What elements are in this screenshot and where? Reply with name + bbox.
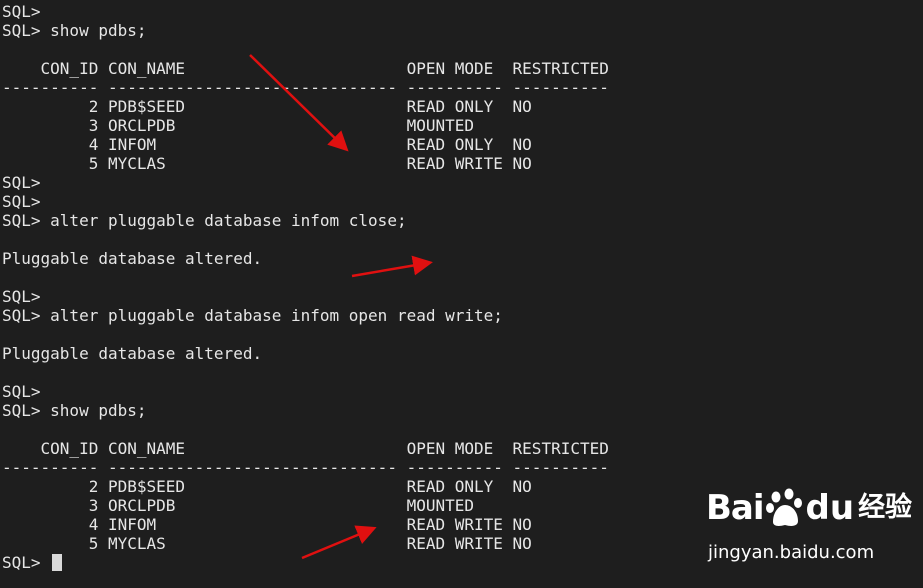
terminal-line: SQL> show pdbs;	[2, 21, 147, 40]
terminal-line: SQL>	[2, 173, 41, 192]
table-row: 3 ORCLPDB MOUNTED	[2, 116, 475, 135]
table-row: 5 MYCLAS READ WRITE NO	[2, 534, 532, 553]
prompt-label: SQL>	[2, 553, 51, 572]
table-header: CON_ID CON_NAME OPEN MODE RESTRICTED	[2, 439, 609, 458]
terminal-output: SQL> SQL> show pdbs; CON_ID CON_NAME OPE…	[2, 2, 923, 572]
table-row: 4 INFOM READ WRITE NO	[2, 515, 532, 534]
text-cursor	[52, 554, 63, 571]
terminal-line: SQL> alter pluggable database infom open…	[2, 306, 503, 325]
terminal-line: Pluggable database altered.	[2, 344, 263, 363]
command-prompt[interactable]: SQL>	[2, 553, 923, 572]
terminal-line: Pluggable database altered.	[2, 249, 263, 268]
table-row: 5 MYCLAS READ WRITE NO	[2, 154, 532, 173]
terminal-line: SQL>	[2, 382, 41, 401]
table-separator: ---------- -----------------------------…	[2, 458, 609, 477]
table-row: 3 ORCLPDB MOUNTED	[2, 496, 475, 515]
terminal-line: SQL>	[2, 192, 41, 211]
terminal-line: SQL>	[2, 287, 41, 306]
terminal-line: SQL> alter pluggable database infom clos…	[2, 211, 407, 230]
terminal-line: SQL>	[2, 2, 41, 21]
table-separator: ---------- -----------------------------…	[2, 78, 609, 97]
terminal-line: SQL> show pdbs;	[2, 401, 147, 420]
table-row: 2 PDB$SEED READ ONLY NO	[2, 477, 532, 496]
table-row: 2 PDB$SEED READ ONLY NO	[2, 97, 532, 116]
terminal-window[interactable]: SQL> SQL> show pdbs; CON_ID CON_NAME OPE…	[0, 0, 923, 588]
table-header: CON_ID CON_NAME OPEN MODE RESTRICTED	[2, 59, 609, 78]
table-row: 4 INFOM READ ONLY NO	[2, 135, 532, 154]
